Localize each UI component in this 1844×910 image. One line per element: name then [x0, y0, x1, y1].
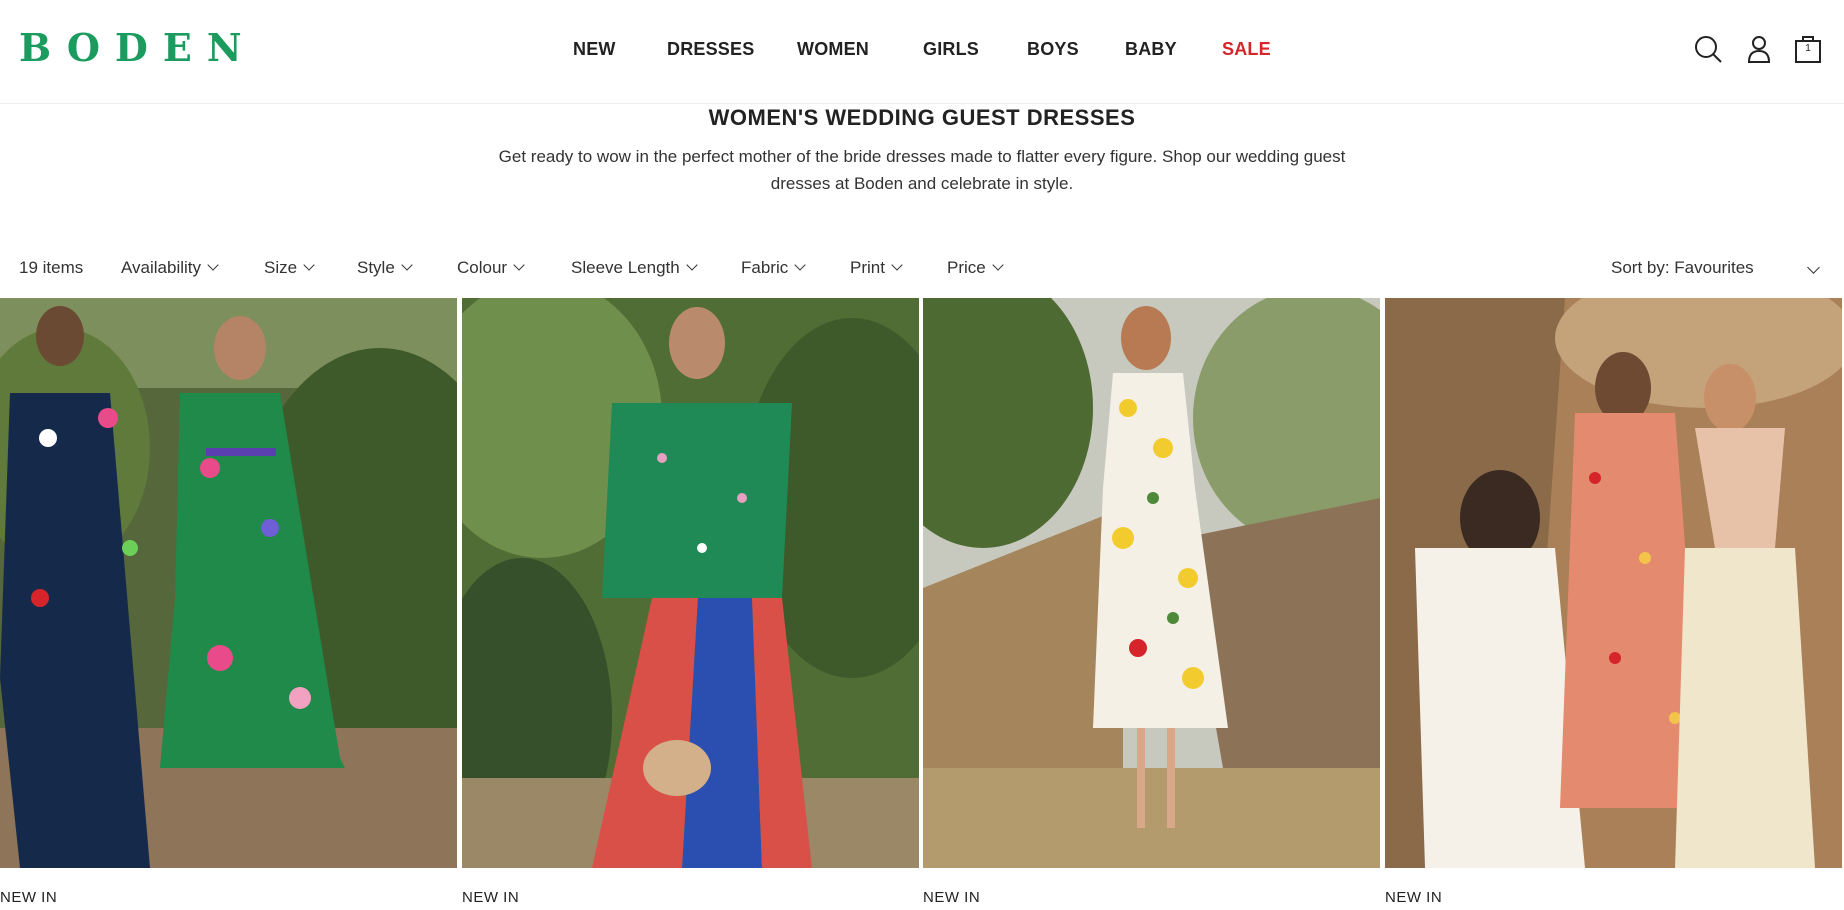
nav-item-sale[interactable]: SALE: [1222, 36, 1271, 62]
filter-price-label: Price: [947, 258, 986, 277]
item-count: 19 items: [19, 258, 84, 277]
basket-icon[interactable]: 1: [1793, 34, 1823, 64]
product-badge: NEW IN: [923, 889, 981, 906]
product-card[interactable]: NEW IN: [923, 298, 1380, 910]
filter-style-label: Style: [357, 258, 395, 277]
product-card[interactable]: NEW IN: [0, 298, 457, 910]
filter-fabric[interactable]: Fabric: [741, 255, 806, 281]
filter-sleeve-length[interactable]: Sleeve Length: [571, 255, 698, 281]
filter-sleeve-length-label: Sleeve Length: [571, 258, 680, 277]
filter-style[interactable]: Style: [357, 255, 413, 281]
basket-count: 1: [1805, 43, 1811, 54]
chevron-down-icon: [513, 259, 525, 271]
main-nav: NEW DRESSES WOMEN GIRLS BOYS BABY SALE: [0, 36, 1844, 62]
search-icon[interactable]: [1693, 34, 1723, 64]
filter-print[interactable]: Print: [850, 255, 903, 281]
filter-fabric-label: Fabric: [741, 258, 789, 277]
filter-bar: 19 items Availability Size Style Colour …: [0, 255, 1844, 281]
nav-item-girls[interactable]: GIRLS: [923, 36, 979, 62]
chevron-down-icon: [891, 259, 903, 271]
product-badge: NEW IN: [0, 889, 58, 906]
filter-size-label: Size: [264, 258, 298, 277]
page-title: WOMEN'S WEDDING GUEST DRESSES: [708, 105, 1136, 130]
account-icon[interactable]: [1744, 34, 1774, 64]
product-badge: NEW IN: [1385, 889, 1443, 906]
filter-print-label: Print: [850, 258, 885, 277]
nav-item-baby[interactable]: BABY: [1125, 36, 1177, 62]
filter-availability[interactable]: Availability: [121, 255, 219, 281]
chevron-down-icon: [992, 259, 1004, 271]
page-description-line-1: Get ready to wow in the perfect mother o…: [498, 147, 1346, 166]
chevron-down-icon: [401, 259, 413, 271]
chevron-down-icon: [794, 259, 806, 271]
chevron-down-icon: [207, 259, 219, 271]
filter-price[interactable]: Price: [947, 255, 1004, 281]
sort-dropdown[interactable]: Sort by: Favourites: [1611, 255, 1754, 281]
nav-item-women[interactable]: WOMEN: [797, 36, 869, 62]
product-badge: NEW IN: [462, 889, 520, 906]
product-image[interactable]: [0, 298, 457, 868]
chevron-down-icon: [303, 259, 315, 271]
product-card[interactable]: NEW IN: [462, 298, 919, 910]
filter-colour-label: Colour: [457, 258, 508, 277]
nav-item-boys[interactable]: BOYS: [1027, 36, 1079, 62]
product-card[interactable]: NEW IN: [1385, 298, 1842, 910]
product-image[interactable]: [462, 298, 919, 868]
page-description-line-2: dresses at Boden and celebrate in style.: [770, 174, 1074, 193]
filter-size[interactable]: Size: [264, 255, 315, 281]
product-image[interactable]: [1385, 298, 1842, 868]
nav-item-new[interactable]: NEW: [573, 36, 616, 62]
site-header: BODEN NEW DRESSES WOMEN GIRLS BOYS BABY …: [0, 0, 1844, 104]
product-image[interactable]: [923, 298, 1380, 868]
filter-availability-label: Availability: [121, 258, 202, 277]
filter-colour[interactable]: Colour: [457, 255, 525, 281]
page-description: Get ready to wow in the perfect mother o…: [472, 143, 1372, 197]
chevron-down-icon: [686, 259, 698, 271]
nav-item-dresses[interactable]: DRESSES: [667, 36, 754, 62]
product-grid: NEW IN NEW IN NEW IN NEW IN: [0, 298, 1844, 910]
